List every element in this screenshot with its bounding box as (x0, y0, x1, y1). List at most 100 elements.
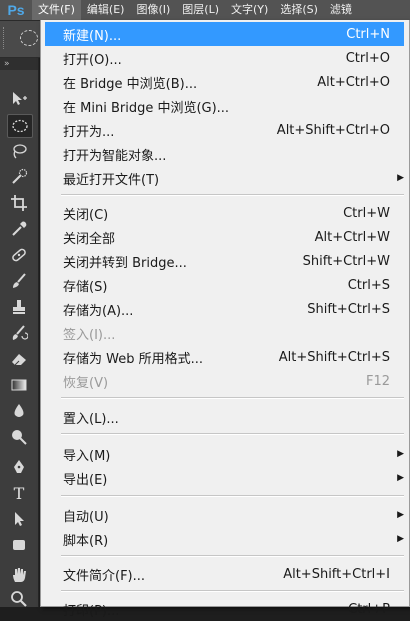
menu-item-label: 打开为智能对象... (63, 148, 167, 164)
menu-separator (61, 194, 404, 196)
menu-item-save[interactable]: 存储(S) Ctrl+S (45, 273, 404, 297)
menu-image[interactable]: 图像(I) (130, 0, 176, 20)
healing-brush-tool-icon[interactable] (7, 244, 31, 266)
menu-item-open[interactable]: 打开(O)... Ctrl+O (45, 46, 404, 70)
menu-item-label: 关闭全部 (63, 231, 116, 247)
menu-item-label: 脚本(R) (63, 533, 109, 549)
move-tool-icon[interactable] (7, 88, 31, 110)
crop-tool-icon[interactable] (7, 192, 31, 214)
menu-item-export[interactable]: 导出(E) ▶ (45, 466, 404, 490)
menu-item-shortcut: Shift+Ctrl+W (302, 253, 390, 269)
menu-item-save-as[interactable]: 存储为(A)... Shift+Ctrl+S (45, 297, 404, 321)
tools-panel: » T (0, 58, 39, 607)
menu-item-shortcut: Alt+Shift+Ctrl+I (283, 566, 390, 582)
submenu-arrow-icon: ▶ (397, 449, 404, 459)
menu-item-shortcut: Ctrl+W (343, 205, 390, 221)
menu-separator (61, 495, 404, 497)
rectangle-tool-icon[interactable] (7, 534, 31, 556)
hand-tool-icon[interactable] (7, 564, 31, 586)
submenu-arrow-icon: ▶ (397, 534, 404, 544)
menu-item-open-as[interactable]: 打开为... Alt+Shift+Ctrl+O (45, 118, 404, 142)
menu-item-import[interactable]: 导入(M) ▶ (45, 442, 404, 466)
eraser-tool-icon[interactable] (7, 348, 31, 370)
menu-item-label: 文件简介(F)... (63, 568, 146, 584)
path-selection-tool-icon[interactable] (7, 508, 31, 530)
menu-item-label: 打印(P)... (63, 603, 120, 619)
menu-item-revert: 恢复(V) F12 (45, 369, 404, 393)
menu-item-label: 打开(O)... (63, 52, 122, 68)
menu-item-label: 存储为 Web 所用格式... (63, 351, 204, 367)
lasso-tool-icon[interactable] (7, 140, 31, 162)
menu-item-label: 打开为... (63, 124, 115, 140)
menu-separator (61, 555, 404, 557)
menu-item-shortcut: Alt+Ctrl+O (317, 74, 390, 90)
menu-item-new[interactable]: 新建(N)... Ctrl+N (45, 22, 404, 46)
menu-item-save-for-web[interactable]: 存储为 Web 所用格式... Alt+Shift+Ctrl+S (45, 345, 404, 369)
menu-item-label: 最近打开文件(T) (63, 172, 160, 188)
menu-item-shortcut: Alt+Ctrl+W (314, 229, 390, 245)
clone-stamp-tool-icon[interactable] (7, 296, 31, 318)
menu-type[interactable]: 文字(Y) (225, 0, 274, 20)
menu-item-print[interactable]: 打印(P)... Ctrl+P (45, 597, 404, 621)
menu-item-open-recent[interactable]: 最近打开文件(T) ▶ (45, 166, 404, 190)
svg-text:T: T (14, 484, 25, 502)
menu-separator (61, 590, 404, 592)
menu-item-label: 导出(E) (63, 472, 108, 488)
elliptical-marquee-tool-icon[interactable] (7, 114, 33, 138)
submenu-arrow-icon: ▶ (397, 173, 404, 183)
menu-item-file-info[interactable]: 文件简介(F)... Alt+Shift+Ctrl+I (45, 562, 404, 586)
menu-item-label: 存储为(A)... (63, 303, 134, 319)
menu-item-label: 置入(L)... (63, 411, 119, 427)
file-menu-dropdown: 新建(N)... Ctrl+N 打开(O)... Ctrl+O 在 Bridge… (40, 20, 410, 619)
menu-file[interactable]: 文件(F) (32, 0, 81, 20)
menu-edit[interactable]: 编辑(E) (81, 0, 131, 20)
submenu-arrow-icon: ▶ (397, 510, 404, 520)
menu-item-scripts[interactable]: 脚本(R) ▶ (45, 527, 404, 551)
menu-item-browse-in-mini-bridge[interactable]: 在 Mini Bridge 中浏览(G)... (45, 94, 404, 118)
menu-bar: Ps 文件(F) 编辑(E) 图像(I) 图层(L) 文字(Y) 选择(S) 滤… (0, 0, 410, 21)
menu-item-close[interactable]: 关闭(C) Ctrl+W (45, 201, 404, 225)
menu-item-label: 导入(M) (63, 448, 111, 464)
menu-item-shortcut: Ctrl+P (348, 601, 390, 617)
menu-item-label: 在 Mini Bridge 中浏览(G)... (63, 100, 230, 116)
options-bar-grip[interactable] (3, 27, 8, 49)
menu-item-label: 关闭(C) (63, 207, 109, 223)
menu-item-close-and-go-to-bridge[interactable]: 关闭并转到 Bridge... Shift+Ctrl+W (45, 249, 404, 273)
submenu-arrow-icon: ▶ (397, 473, 404, 483)
menu-item-shortcut: Alt+Shift+Ctrl+S (278, 349, 390, 365)
menu-item-label: 在 Bridge 中浏览(B)... (63, 76, 198, 92)
menu-item-label: 签入(I)... (63, 327, 116, 343)
menu-separator (61, 397, 404, 399)
eyedropper-tool-icon[interactable] (7, 218, 31, 240)
menu-item-label: 新建(N)... (63, 28, 122, 44)
menu-item-shortcut: F12 (365, 373, 390, 389)
menu-item-shortcut: Ctrl+N (346, 26, 390, 42)
menu-item-label: 存储(S) (63, 279, 108, 295)
menu-item-shortcut: Ctrl+O (345, 50, 390, 66)
history-brush-tool-icon[interactable] (7, 322, 31, 344)
type-tool-icon[interactable]: T (7, 482, 31, 504)
menu-item-label: 恢复(V) (63, 375, 109, 391)
menu-item-open-as-smart-object[interactable]: 打开为智能对象... (45, 142, 404, 166)
brush-tool-icon[interactable] (7, 270, 31, 292)
dodge-tool-icon[interactable] (7, 426, 31, 448)
menu-item-automate[interactable]: 自动(U) ▶ (45, 503, 404, 527)
menu-item-browse-in-bridge[interactable]: 在 Bridge 中浏览(B)... Alt+Ctrl+O (45, 70, 404, 94)
menu-select[interactable]: 选择(S) (274, 0, 324, 20)
menu-item-close-all[interactable]: 关闭全部 Alt+Ctrl+W (45, 225, 404, 249)
quick-selection-tool-icon[interactable] (7, 166, 31, 188)
menu-separator (61, 433, 404, 435)
menu-filter[interactable]: 滤镜 (324, 0, 358, 20)
elliptical-marquee-icon[interactable] (20, 30, 38, 46)
menu-item-place[interactable]: 置入(L)... (45, 405, 404, 429)
tools-panel-collapse[interactable]: » (0, 58, 38, 70)
menu-item-shortcut: Alt+Shift+Ctrl+O (276, 122, 390, 138)
menu-item-shortcut: Shift+Ctrl+S (307, 301, 390, 317)
menu-item-label: 关闭并转到 Bridge... (63, 255, 187, 271)
blur-tool-icon[interactable] (7, 400, 31, 422)
menu-item-check-in: 签入(I)... (45, 321, 404, 345)
gradient-tool-icon[interactable] (7, 374, 31, 396)
pen-tool-icon[interactable] (7, 456, 31, 478)
menu-item-shortcut: Ctrl+S (347, 277, 390, 293)
menu-layer[interactable]: 图层(L) (176, 0, 225, 20)
